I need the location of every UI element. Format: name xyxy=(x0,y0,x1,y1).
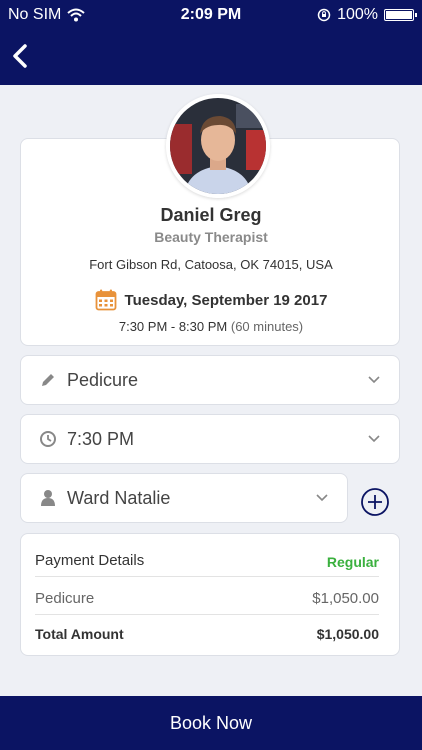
chevron-down-icon xyxy=(316,494,328,502)
staff-select[interactable]: Ward Natalie xyxy=(20,473,348,523)
therapist-name: Daniel Greg xyxy=(160,205,262,225)
back-button[interactable] xyxy=(8,38,48,78)
book-now-button[interactable]: Book Now xyxy=(0,696,422,750)
duration: (60 minutes) xyxy=(230,319,304,334)
payment-line-item: Pedicure $1,050.00 xyxy=(35,590,379,607)
staff-value: Ward Natalie xyxy=(67,488,171,508)
status-right: 100% xyxy=(317,6,417,24)
total-amount: $1,050.00 xyxy=(316,626,379,642)
payment-header: Payment Details Regular xyxy=(35,552,379,570)
pencil-icon xyxy=(42,373,55,386)
therapist-role: Beauty Therapist xyxy=(154,229,268,245)
service-select[interactable]: Pedicure xyxy=(20,355,400,405)
time-select[interactable]: 7:30 PM xyxy=(20,414,400,464)
appointment-date-row: Tuesday, September 19 2017 xyxy=(21,289,401,311)
calendar-icon xyxy=(95,289,116,311)
total-label: Total Amount xyxy=(35,626,124,642)
chevron-down-icon xyxy=(368,376,380,384)
rotation-lock-icon xyxy=(317,8,331,22)
avatar xyxy=(166,94,270,198)
status-bar: No SIM 2:09 PM 100% xyxy=(0,0,422,30)
appointment-time: 7:30 PM - 8:30 PM (60 minutes) xyxy=(21,319,401,334)
clock-icon xyxy=(40,431,56,447)
payment-total-row: Total Amount $1,050.00 xyxy=(35,626,379,642)
time-range: 7:30 PM - 8:30 PM xyxy=(118,319,228,334)
payment-details-card: Payment Details Regular Pedicure $1,050.… xyxy=(20,533,400,656)
payment-type-badge: Regular xyxy=(326,554,379,570)
battery-icon xyxy=(384,9,417,21)
address: Fort Gibson Rd, Catoosa, OK 74015, USA xyxy=(89,257,333,272)
nav-bar xyxy=(0,30,422,85)
chevron-down-icon xyxy=(368,435,380,443)
person-icon xyxy=(41,490,55,506)
payment-title: Payment Details xyxy=(35,552,145,569)
battery-percent: 100% xyxy=(337,6,378,23)
add-staff-button[interactable] xyxy=(360,487,390,517)
appointment-date: Tuesday, September 19 2017 xyxy=(124,291,328,309)
chevron-left-icon xyxy=(13,44,27,68)
divider xyxy=(35,576,379,577)
service-value: Pedicure xyxy=(67,370,139,390)
line-item-label: Pedicure xyxy=(35,590,95,607)
divider xyxy=(35,614,379,615)
time-value: 7:30 PM xyxy=(67,429,135,449)
plus-circle-icon xyxy=(361,488,389,516)
line-item-amount: $1,050.00 xyxy=(312,590,379,607)
